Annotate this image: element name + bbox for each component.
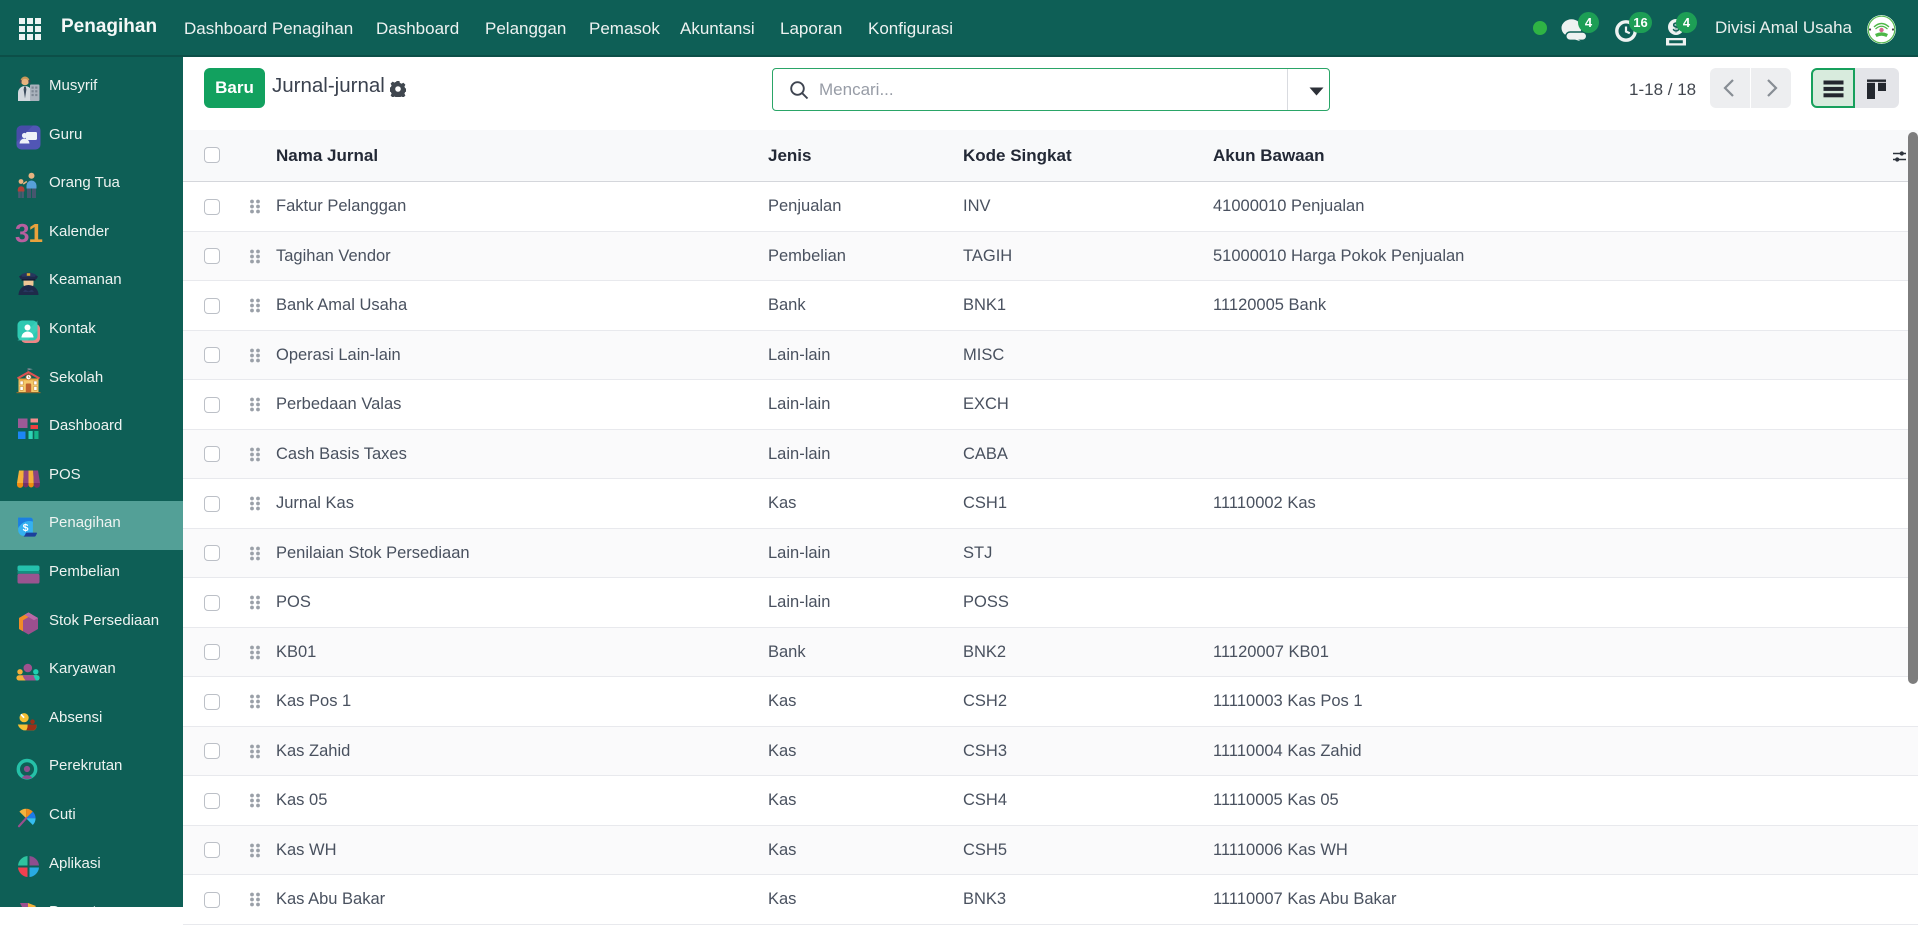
svg-text:$: $	[23, 522, 29, 534]
